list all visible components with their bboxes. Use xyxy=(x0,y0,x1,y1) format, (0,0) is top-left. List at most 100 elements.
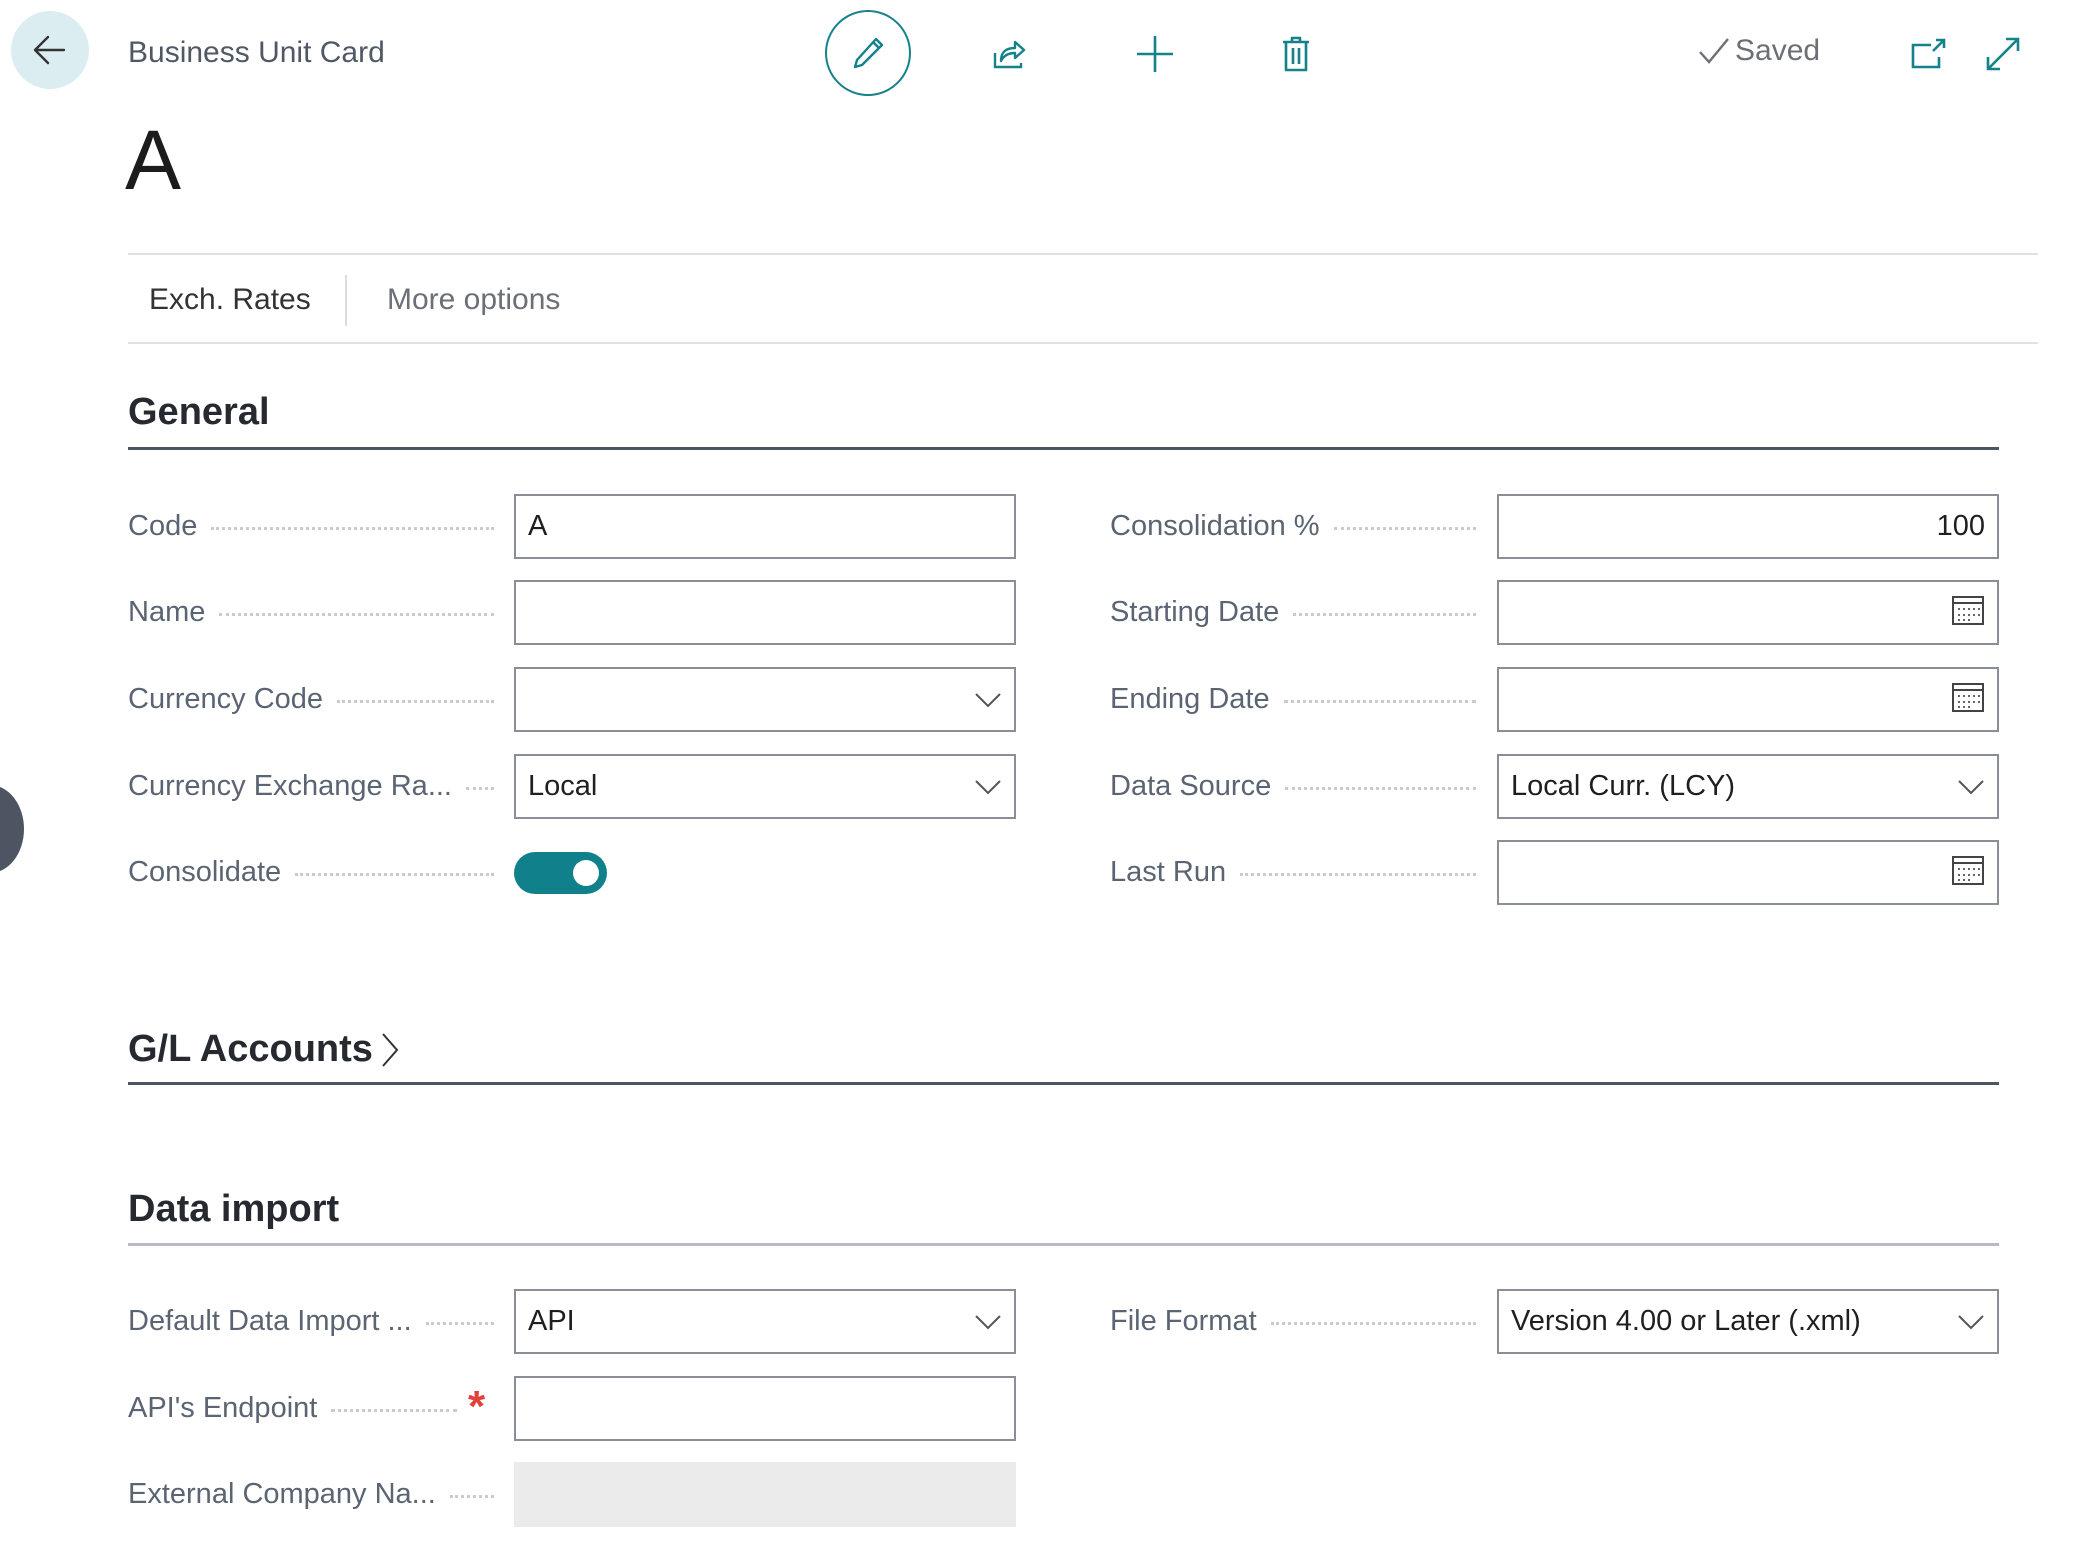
file-format-select[interactable]: Version 4.00 or Later (.xml) xyxy=(1497,1289,1999,1354)
calendar-icon[interactable] xyxy=(1951,852,1985,894)
section-title-gl-accounts[interactable]: G/L Accounts xyxy=(128,1028,401,1071)
default-data-import-select[interactable]: API xyxy=(514,1289,1016,1354)
share-button[interactable] xyxy=(970,14,1050,94)
field-row-currency-code: Currency Code xyxy=(128,667,500,732)
field-label: Currency Code xyxy=(128,683,324,715)
field-label: Consolidation % xyxy=(1110,510,1320,542)
field-label: Name xyxy=(128,596,206,628)
section-title-data-import[interactable]: Data import xyxy=(128,1188,339,1231)
field-value: Version 4.00 or Later (.xml) xyxy=(1511,1305,1861,1337)
chevron-down-icon xyxy=(974,1308,1002,1336)
required-indicator-icon: * xyxy=(468,1382,486,1431)
currency-exchange-rate-select[interactable]: Local xyxy=(514,754,1016,819)
field-row-ending-date: Ending Date xyxy=(1110,667,1482,732)
save-status: Saved xyxy=(1697,34,1820,68)
chevron-down-icon xyxy=(1957,773,1985,801)
field-row-currency-exchange-rate: Currency Exchange Ra... xyxy=(128,754,500,819)
section-underline xyxy=(128,1243,1999,1246)
exch-rates-action[interactable]: Exch. Rates xyxy=(149,283,311,317)
page-caption: Business Unit Card xyxy=(128,36,385,69)
field-row-data-source: Data Source xyxy=(1110,754,1482,819)
leader-dots xyxy=(331,1409,457,1412)
field-row-external-company-name: External Company Na... xyxy=(128,1462,500,1527)
section-title-general[interactable]: General xyxy=(128,391,270,434)
divider xyxy=(128,253,2038,255)
leader-dots xyxy=(449,1495,494,1498)
leader-dots xyxy=(337,700,494,703)
leader-dots xyxy=(425,1322,494,1325)
trash-icon xyxy=(1283,36,1309,72)
leader-dots xyxy=(295,873,494,876)
field-row-default-data-import: Default Data Import ... xyxy=(128,1289,500,1354)
field-label: Code xyxy=(128,510,198,542)
section-underline xyxy=(128,447,1999,450)
leader-dots xyxy=(1283,700,1476,703)
calendar-icon[interactable] xyxy=(1951,592,1985,634)
expand-button[interactable] xyxy=(1963,14,2043,94)
leader-dots xyxy=(211,527,494,530)
chevron-down-icon xyxy=(974,686,1002,714)
leader-dots xyxy=(1285,787,1476,790)
api-endpoint-input[interactable] xyxy=(514,1376,1016,1441)
field-label: External Company Na... xyxy=(128,1478,436,1510)
field-value: Local Curr. (LCY) xyxy=(1511,770,1736,802)
consolidation-pct-input[interactable]: 100 xyxy=(1497,494,1999,559)
field-row-file-format: File Format xyxy=(1110,1289,1482,1354)
calendar-icon[interactable] xyxy=(1951,679,1985,721)
section-title-text: G/L Accounts xyxy=(128,1028,373,1070)
plus-icon xyxy=(1137,36,1173,72)
open-in-new-window-button[interactable] xyxy=(1888,14,1968,94)
chevron-right-icon xyxy=(382,1032,399,1067)
field-label: Default Data Import ... xyxy=(128,1305,412,1337)
delete-button[interactable] xyxy=(1256,14,1336,94)
toggle-knob xyxy=(573,860,599,886)
field-label: Data Source xyxy=(1110,770,1272,802)
field-row-name: Name xyxy=(128,580,500,645)
starting-date-input[interactable] xyxy=(1497,580,1999,645)
field-row-consolidate: Consolidate xyxy=(128,840,500,905)
data-source-select[interactable]: Local Curr. (LCY) xyxy=(1497,754,1999,819)
last-run-input[interactable] xyxy=(1497,840,1999,905)
field-label: Last Run xyxy=(1110,856,1227,888)
leader-dots xyxy=(1240,873,1476,876)
name-input[interactable] xyxy=(514,580,1016,645)
code-input[interactable]: A xyxy=(514,494,1016,559)
chevron-down-icon xyxy=(1957,1308,1985,1336)
open-in-new-window-icon xyxy=(1911,38,1946,69)
field-label: Consolidate xyxy=(128,856,282,888)
leader-dots xyxy=(1293,613,1476,616)
external-company-name-input xyxy=(514,1462,1016,1527)
save-status-text: Saved xyxy=(1735,34,1821,67)
leader-dots xyxy=(1333,527,1476,530)
field-row-api-endpoint: API's Endpoint xyxy=(128,1376,463,1441)
consolidate-toggle[interactable] xyxy=(514,852,607,894)
field-row-starting-date: Starting Date xyxy=(1110,580,1482,645)
field-label: Ending Date xyxy=(1110,683,1270,715)
field-label: Currency Exchange Ra... xyxy=(128,770,452,802)
divider xyxy=(128,342,2038,344)
field-value: Local xyxy=(528,770,598,802)
arrow-left-icon xyxy=(33,35,66,65)
field-row-code: Code xyxy=(128,494,500,559)
side-panel-handle[interactable] xyxy=(0,785,24,873)
expand-icon xyxy=(1986,37,2020,71)
pencil-icon xyxy=(853,37,884,69)
share-icon xyxy=(993,40,1026,69)
section-underline xyxy=(128,1082,1999,1085)
field-label: Starting Date xyxy=(1110,596,1280,628)
chevron-down-icon xyxy=(974,773,1002,801)
more-options-action[interactable]: More options xyxy=(387,283,560,317)
field-label: File Format xyxy=(1110,1305,1257,1337)
leader-dots xyxy=(465,787,494,790)
new-button[interactable] xyxy=(1115,14,1195,94)
field-row-consolidation-pct: Consolidation % xyxy=(1110,494,1482,559)
ending-date-input[interactable] xyxy=(1497,667,1999,732)
record-title: A xyxy=(125,113,182,207)
leader-dots xyxy=(219,613,494,616)
currency-code-select[interactable] xyxy=(514,667,1016,732)
field-row-last-run: Last Run xyxy=(1110,840,1482,905)
back-button[interactable] xyxy=(11,11,89,89)
edit-button[interactable] xyxy=(825,10,911,96)
action-separator xyxy=(345,275,347,326)
field-value: API xyxy=(528,1305,575,1337)
